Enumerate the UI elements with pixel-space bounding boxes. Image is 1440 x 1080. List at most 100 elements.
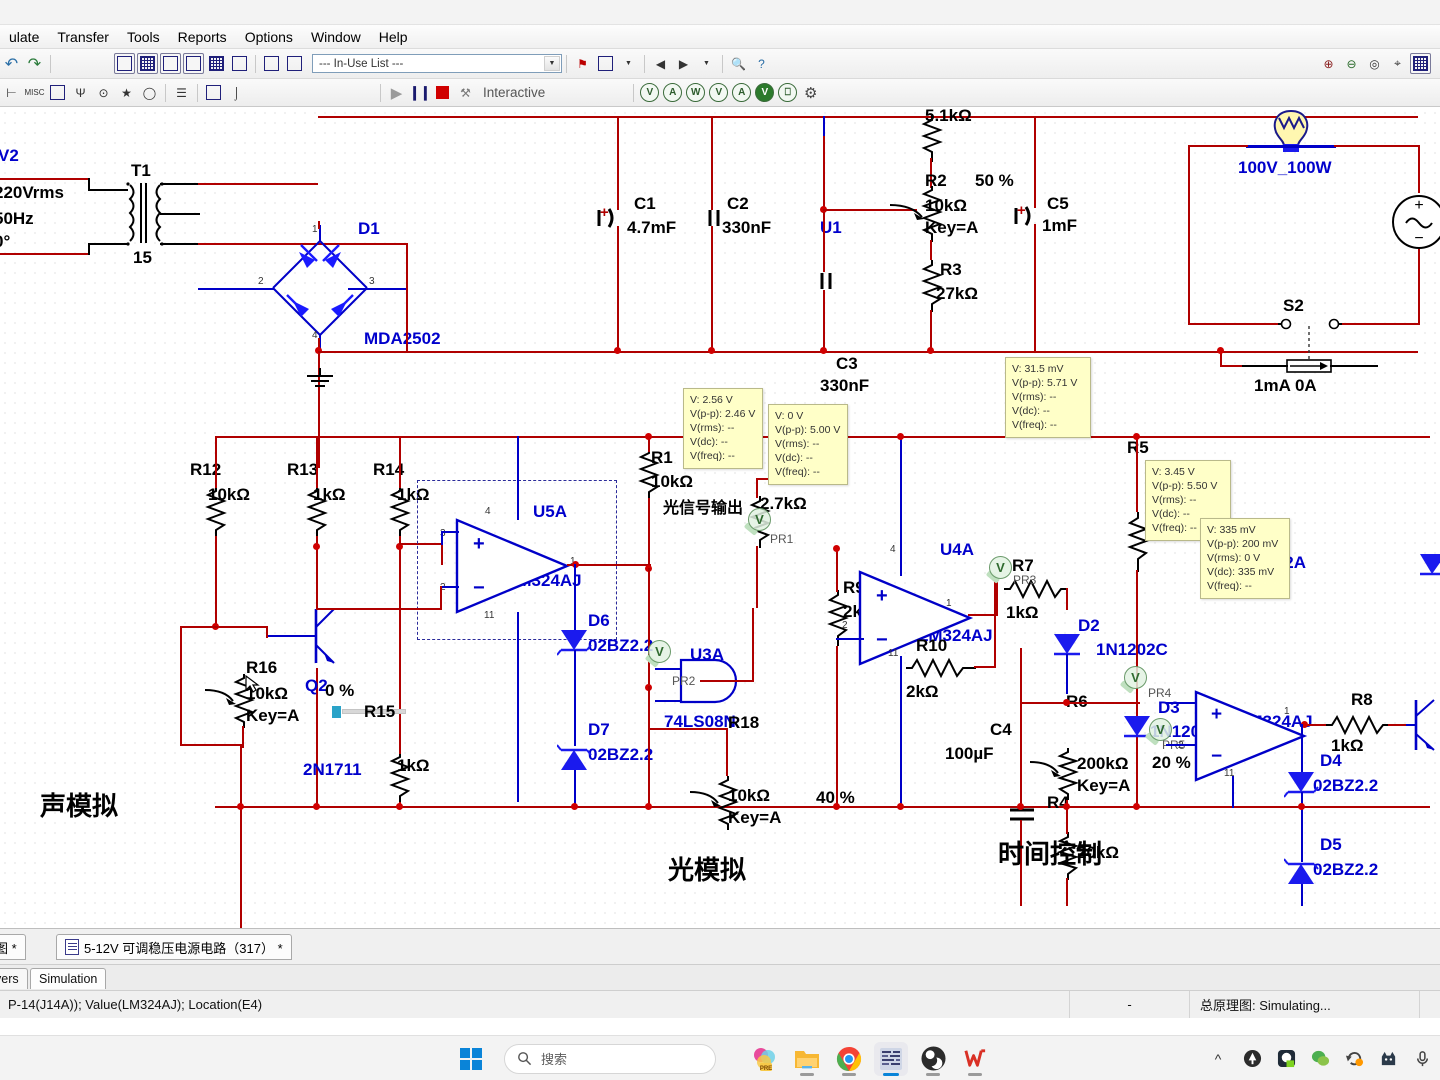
export-dropdown-icon[interactable]: ▼	[618, 53, 639, 74]
run-simulation-button[interactable]: ▶	[386, 82, 407, 103]
zoom-fit-icon[interactable]: ⌖	[1387, 53, 1408, 74]
layer-tab-simulation[interactable]: Simulation	[30, 968, 107, 989]
menu-item-reports[interactable]: Reports	[169, 27, 236, 47]
next-sheet-icon[interactable]: ▶	[673, 53, 694, 74]
erc-icon[interactable]: ⚑	[572, 53, 593, 74]
sheet-tab-main[interactable]: 原理图 *	[0, 934, 26, 960]
grapher-icon[interactable]	[183, 53, 204, 74]
menu-item-help[interactable]: Help	[370, 27, 417, 47]
help-context-icon[interactable]: ?	[751, 53, 772, 74]
sdd-icon[interactable]	[160, 53, 181, 74]
zoom-full-icon[interactable]	[1410, 53, 1431, 74]
stop-simulation-button[interactable]	[432, 82, 453, 103]
redo-icon[interactable]: ↷	[24, 53, 45, 74]
prev-sheet-icon[interactable]: ◀	[650, 53, 671, 74]
reference-probe-icon[interactable]: V	[755, 83, 775, 102]
slider-thumb[interactable]	[332, 706, 341, 718]
menu-item-window[interactable]: Window	[302, 27, 370, 47]
tooltip-vrms: V(rms): --	[1012, 391, 1057, 403]
differential-voltage-probe-icon[interactable]: V	[709, 83, 729, 102]
undo-icon[interactable]: ↶	[1, 53, 22, 74]
tooltip-vdc: V(dc): 335 mV	[1207, 566, 1275, 578]
status-simulation-text: 总原理图: Simulating...	[1189, 991, 1419, 1018]
taskbar-app-file-explorer[interactable]	[790, 1042, 824, 1076]
current-probe-icon[interactable]: A	[663, 83, 683, 102]
junction-node	[897, 433, 904, 440]
pause-simulation-button[interactable]: ❙❙	[409, 82, 431, 103]
taskbar-app-multisim[interactable]	[874, 1041, 908, 1076]
netlist-icon[interactable]	[229, 53, 250, 74]
digital-probe-icon[interactable]: ⎕	[778, 83, 798, 102]
voltage-probe-pr1[interactable]: V	[748, 508, 771, 531]
taskbar-search-box[interactable]: 搜索	[504, 1043, 716, 1074]
zoom-area-icon[interactable]: ◎	[1364, 53, 1385, 74]
place-indicator-icon[interactable]	[47, 82, 68, 103]
design-toolbox-icon[interactable]	[114, 53, 135, 74]
voltage-probe-pr4[interactable]: V	[1124, 666, 1147, 689]
tooltip-vrms: V(rms): 0 V	[1207, 552, 1261, 564]
voltage-probe-pr2[interactable]: V	[648, 640, 671, 663]
find-icon[interactable]: 🔍	[728, 53, 749, 74]
export-icon[interactable]	[595, 53, 616, 74]
mouse-cursor-icon	[245, 675, 260, 693]
voltage-probe-icon[interactable]: V	[640, 83, 660, 102]
place-rf-icon[interactable]: Ψ	[70, 82, 91, 103]
in-use-list-combobox[interactable]: --- In-Use List --- ▼	[312, 54, 562, 73]
schematic-canvas[interactable]: V2 220Vrms 50Hz 0° T1 15 D1 MDA25	[0, 108, 1440, 928]
place-hierarchical-icon[interactable]	[203, 82, 224, 103]
pot-ref-r18: R18	[728, 713, 760, 732]
svg-text:−: −	[1211, 746, 1222, 767]
taskbar-app-wps[interactable]	[958, 1042, 992, 1076]
place-ni-component-icon[interactable]: ◯	[139, 82, 160, 103]
tooltip-v: V: 2.56 V	[690, 394, 733, 406]
pin-label-d1-2: 2	[258, 276, 264, 287]
zoom-out-icon[interactable]: ⊖	[1341, 53, 1362, 74]
cap-value-c4: 100µF	[945, 744, 994, 763]
microphone-icon[interactable]	[1412, 1049, 1432, 1069]
postprocessor-icon[interactable]	[206, 53, 227, 74]
menu-item-tools[interactable]: Tools	[118, 27, 169, 47]
spreadsheet-view-icon[interactable]	[137, 53, 158, 74]
layer-tab-layers[interactable]: yers	[0, 968, 28, 989]
taskbar-app-premiere[interactable]: PRE	[748, 1042, 782, 1076]
place-digital-source-icon[interactable]: ⌡	[226, 82, 247, 103]
security-cat-icon[interactable]	[1378, 1049, 1398, 1069]
place-connector-icon[interactable]: ★	[116, 82, 137, 103]
zoom-in-icon[interactable]: ⊕	[1318, 53, 1339, 74]
transistor-part-q2: 2N1711	[303, 760, 362, 779]
driver-booster-icon[interactable]	[1242, 1049, 1262, 1069]
start-button-icon[interactable]	[460, 1047, 482, 1070]
sheet-tab-active[interactable]: 5-12V 可调稳压电源电路（317） *	[56, 934, 292, 960]
qq-messenger-icon[interactable]	[1276, 1049, 1296, 1069]
power-probe-icon[interactable]: W	[686, 83, 706, 102]
diode-ref-d7: D7	[588, 720, 610, 739]
taskbar-app-chrome[interactable]	[832, 1042, 866, 1076]
sheet-tab-main-label: 原理图 *	[0, 940, 17, 956]
wechat-icon[interactable]	[1310, 1049, 1330, 1069]
place-misc-icon[interactable]: MISC	[24, 82, 45, 103]
voltage-probe-pr3[interactable]: V	[989, 556, 1012, 579]
place-bus-icon[interactable]: ☰	[171, 82, 192, 103]
forward-annotate-icon[interactable]	[284, 53, 305, 74]
pot-wiper-arrow-r16	[205, 689, 236, 705]
voltage-probe-pr5[interactable]: V	[1149, 718, 1172, 741]
place-electromech-icon[interactable]: ⊙	[93, 82, 114, 103]
sync-cloud-icon[interactable]	[1344, 1049, 1364, 1069]
probe-settings-gear-icon[interactable]: ⚙	[800, 82, 821, 103]
interactive-settings-icon[interactable]: ⚒	[455, 82, 476, 103]
chevron-down-icon[interactable]: ▼	[544, 56, 560, 71]
chevron-up-icon[interactable]: ^	[1208, 1049, 1228, 1069]
pot-key-r4: Key=A	[1077, 776, 1131, 795]
sheet-dropdown-icon[interactable]: ▼	[696, 53, 717, 74]
taskbar-app-obs[interactable]	[916, 1042, 950, 1076]
back-annotate-icon[interactable]	[261, 53, 282, 74]
diode-ref-d3: D3	[1158, 698, 1180, 717]
menu-item-transfer[interactable]: Transfer	[48, 27, 118, 47]
ac-current-probe-icon[interactable]: A	[732, 83, 752, 102]
place-source-icon[interactable]: ⊢	[1, 82, 22, 103]
resistor-value-r7: 1kΩ	[1006, 603, 1039, 622]
menu-item-options[interactable]: Options	[236, 27, 302, 47]
menu-item-simulate[interactable]: ulate	[0, 27, 48, 47]
ground-symbol	[307, 368, 333, 387]
source-ref-v2: V2	[0, 146, 19, 165]
